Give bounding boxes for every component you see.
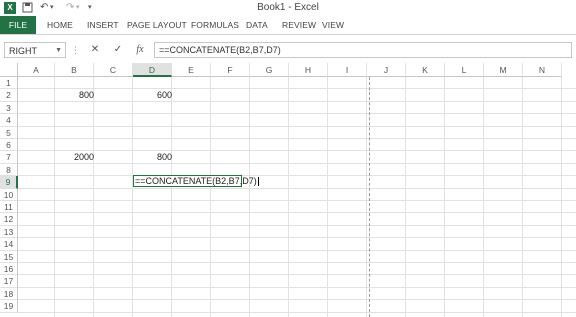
row-header-13[interactable]: 13 <box>0 225 18 239</box>
gridline-horizontal <box>18 249 576 251</box>
column-header-E[interactable]: E <box>172 63 211 77</box>
cell-B7[interactable]: 2000 <box>56 151 94 163</box>
gridline-horizontal <box>18 311 576 313</box>
column-header-L[interactable]: L <box>445 63 484 77</box>
column-header-D[interactable]: D <box>133 63 172 77</box>
tab-insert[interactable]: INSERT <box>87 16 119 34</box>
cell-D9-content: ==CONCATENATE(B2,B7,D7) <box>135 176 257 186</box>
gridline-horizontal <box>18 286 576 288</box>
page-break-line <box>369 77 370 317</box>
column-header-J[interactable]: J <box>367 63 406 77</box>
tab-data[interactable]: DATA <box>246 16 268 34</box>
formula-bar: RIGHT ▼ ⋮ ✕ ✓ fx ==CONCATENATE(B2,B7,D7) <box>0 40 576 62</box>
formula-input[interactable]: ==CONCATENATE(B2,B7,D7) <box>154 42 572 58</box>
worksheet-grid[interactable]: ABCDEFGHIJKLMN 1 2 3 4 5 6 7 8 9 10 11 12 13 14 15 16 17… <box>0 63 576 317</box>
cell-B2[interactable]: 800 <box>56 89 94 101</box>
row-header-11[interactable]: 11 <box>0 201 18 214</box>
row-header-18[interactable]: 18 <box>0 287 18 301</box>
tab-page-layout[interactable]: PAGE LAYOUT <box>127 16 187 34</box>
tab-formulas[interactable]: FORMULAS <box>191 16 239 34</box>
row-header-10[interactable]: 10 <box>0 188 18 201</box>
name-box-value: RIGHT <box>9 46 37 56</box>
gridline-horizontal <box>18 237 576 239</box>
column-header-B[interactable]: B <box>55 63 94 77</box>
column-header-N[interactable]: N <box>523 63 562 77</box>
row-header-15[interactable]: 15 <box>0 250 18 263</box>
grip-icon: ⋮ <box>71 45 80 55</box>
title-bar: X ↶ ▾ ↷ ▾ ▾ Book1 - Excel <box>0 0 576 16</box>
row-header-1[interactable]: 1 <box>0 77 18 90</box>
gridline-horizontal <box>18 212 576 214</box>
row-header-7[interactable]: 7 <box>0 151 18 164</box>
tab-view[interactable]: VIEW <box>322 16 344 34</box>
column-header-K[interactable]: K <box>406 63 445 77</box>
gridline-horizontal <box>18 187 576 189</box>
row-header-2[interactable]: 2 <box>0 89 18 102</box>
gridline-horizontal <box>18 224 576 226</box>
row-header-4[interactable]: 4 <box>0 114 18 127</box>
column-header-F[interactable]: F <box>211 63 250 77</box>
gridline-horizontal <box>18 274 576 276</box>
row-header-5[interactable]: 5 <box>0 126 18 139</box>
column-header-C[interactable]: C <box>94 63 133 77</box>
chevron-down-icon[interactable]: ▼ <box>55 43 62 59</box>
column-header-G[interactable]: G <box>250 63 289 77</box>
column-header-H[interactable]: H <box>289 63 328 77</box>
cell-D9-editor[interactable]: ==CONCATENATE(B2,B7,D7) <box>133 175 259 187</box>
tab-home[interactable]: HOME <box>47 16 73 34</box>
gridline-horizontal <box>18 162 576 164</box>
gridline-horizontal <box>18 88 576 90</box>
name-box[interactable]: RIGHT ▼ <box>4 42 66 58</box>
gridline-horizontal <box>18 299 576 301</box>
column-header-I[interactable]: I <box>328 63 367 77</box>
text-caret <box>257 177 259 187</box>
gridline-horizontal <box>18 113 576 115</box>
enter-button[interactable]: ✓ <box>111 42 125 58</box>
ribbon-tabs: FILE HOME INSERT PAGE LAYOUT FORMULAS DA… <box>0 16 576 35</box>
window-title: Book1 - Excel <box>257 2 319 13</box>
row-header-14[interactable]: 14 <box>0 238 18 251</box>
row-header-17[interactable]: 17 <box>0 275 18 288</box>
tab-file[interactable]: FILE <box>0 16 36 34</box>
row-header-3[interactable]: 3 <box>0 101 18 115</box>
row-header-16[interactable]: 16 <box>0 263 18 276</box>
cell-D2[interactable]: 600 <box>134 89 172 101</box>
tab-review[interactable]: REVIEW <box>282 16 316 34</box>
gridline-horizontal <box>18 138 576 139</box>
row-header-12[interactable]: 12 <box>0 213 18 226</box>
insert-function-button[interactable]: fx <box>132 42 148 58</box>
row-header-19[interactable]: 19 <box>0 300 18 313</box>
row-header-6[interactable]: 6 <box>0 139 18 152</box>
column-header-A[interactable]: A <box>18 63 55 77</box>
gridline-horizontal <box>18 150 576 152</box>
gridline-horizontal <box>18 200 576 201</box>
gridline-horizontal <box>18 175 576 177</box>
row-header-9[interactable]: 9 <box>0 176 18 189</box>
gridline-horizontal <box>18 262 576 263</box>
gridline-horizontal <box>18 125 576 127</box>
column-header-M[interactable]: M <box>484 63 523 77</box>
cancel-button[interactable]: ✕ <box>88 42 102 58</box>
row-header-8[interactable]: 8 <box>0 163 18 177</box>
cell-D7[interactable]: 800 <box>134 151 172 163</box>
gridline-horizontal <box>18 100 576 102</box>
select-all-corner[interactable] <box>0 63 18 77</box>
